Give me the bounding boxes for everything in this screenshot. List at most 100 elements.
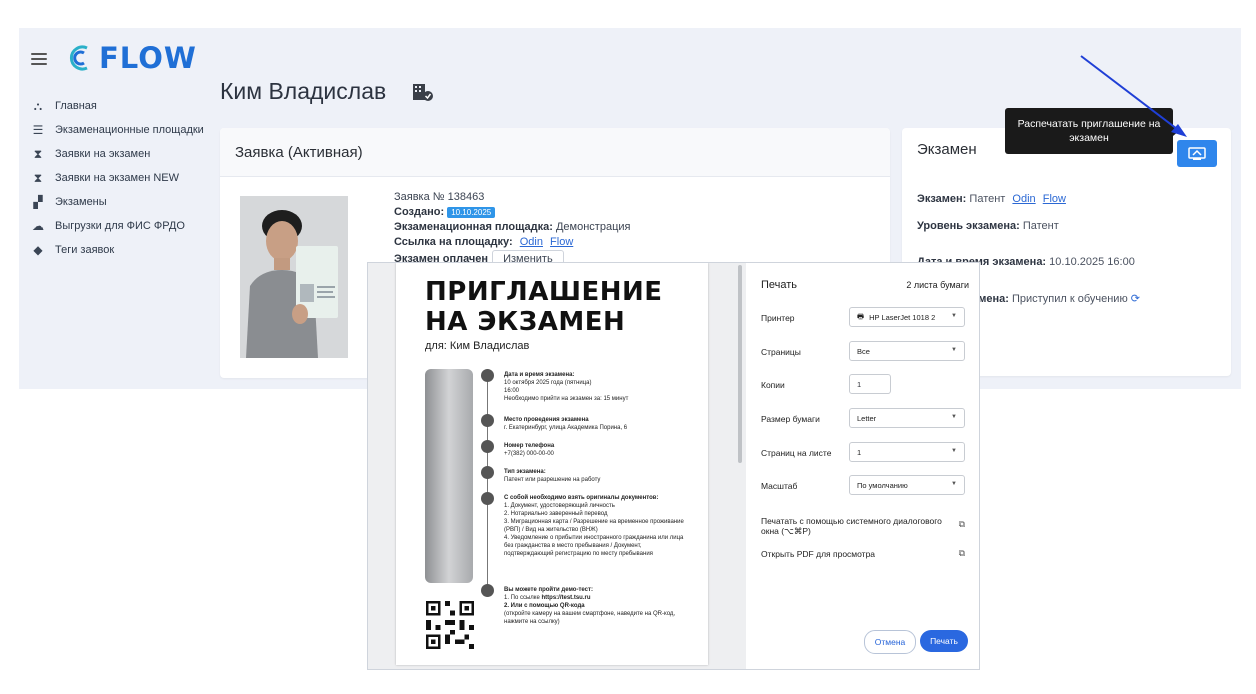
chevron-down-icon: ▼ <box>951 481 957 487</box>
doc-datetime: Дата и время экзамена: 10 октября 2025 г… <box>504 371 684 403</box>
site-row: Экзаменационная площадка: Демонстрация <box>394 220 630 235</box>
calendar-icon <box>481 369 494 382</box>
qr-code <box>426 601 474 649</box>
system-dialog-link[interactable]: Печатать с помощью системного диалоговог… <box>761 516 951 536</box>
site-label: Экзаменационная площадка: <box>394 221 553 233</box>
print-invitation-tooltip: Распечатать приглашение на экзамен <box>1005 108 1179 154</box>
open-pdf-link[interactable]: Открыть PDF для просмотра <box>761 549 875 559</box>
doc-demo-2: 2. Или с помощью QR-кода <box>504 603 585 609</box>
preview-scrollbar[interactable] <box>738 265 742 463</box>
sidebar-item-exports[interactable]: ☁ Выгрузки для ФИС ФРДО <box>30 214 204 238</box>
network-icon: ⛬ <box>33 98 43 113</box>
external-link-icon[interactable]: ⧉ <box>959 519 965 530</box>
pages-value: Все <box>857 346 870 356</box>
page-title: Ким Владислав <box>220 78 434 105</box>
list-icon: ☰ <box>32 123 44 137</box>
exam-row: Экзамен: Патент Odin Flow <box>917 193 1066 205</box>
exam-level-label: Уровень экзамена: <box>917 220 1020 232</box>
building-check-icon <box>413 83 434 101</box>
pages-per-sheet-select[interactable]: 1 ▼ <box>849 442 965 462</box>
doc-title: ПРИГЛАШЕНИЕ НА ЭКЗАМЕН <box>425 277 663 337</box>
doc-datetime-1: 10 октября 2025 года (пятница) <box>504 380 592 386</box>
sheet-count: 2 листа бумаги <box>906 280 969 290</box>
pages-select[interactable]: Все ▼ <box>849 341 965 361</box>
sidebar-item-home[interactable]: ⛬ Главная <box>30 94 204 118</box>
doc-place-value: г. Екатеринбург, улица Академика Порина,… <box>504 425 628 431</box>
created-date-badge: 10.10.2025 <box>447 207 496 218</box>
sidebar-item-applications-new[interactable]: ⧗ Заявки на экзамен NEW <box>30 166 204 190</box>
application-info: Заявка № 138463 Создано: 10.10.2025 Экза… <box>394 190 630 269</box>
copies-label: Копии <box>761 380 785 390</box>
exam-flow-link[interactable]: Flow <box>1043 193 1066 205</box>
doc-phone-value: +7(382) 000-00-00 <box>504 451 554 457</box>
printer-label: Принтер <box>761 313 795 323</box>
paper-size-value: Letter <box>857 413 877 423</box>
logo[interactable]: FLOW <box>67 40 197 76</box>
site-value: Демонстрация <box>555 221 631 233</box>
documents-icon <box>481 492 494 505</box>
doc-required-2: 2. Нотариально заверенный перевод <box>504 511 608 517</box>
doc-title-line2: НА ЭКЗАМЕН <box>425 307 626 337</box>
sidebar-item-label: Главная <box>55 100 97 112</box>
application-number: 138463 <box>447 191 485 203</box>
location-icon <box>481 414 494 427</box>
created-label: Создано: <box>394 206 445 218</box>
link-label: Ссылка на площадку: <box>394 236 513 248</box>
sidebar-item-label: Выгрузки для ФИС ФРДО <box>55 220 185 232</box>
doc-demo-1: 1. По ссылке <box>504 595 540 601</box>
timeline-line <box>487 369 488 595</box>
application-number-label: Заявка № <box>394 191 445 203</box>
menu-icon[interactable] <box>31 50 47 68</box>
external-link-icon[interactable]: ⧉ <box>959 548 965 559</box>
doc-place: Место проведения экзамена г. Екатеринбур… <box>504 416 684 432</box>
doc-type-head: Тип экзамена: <box>504 469 546 475</box>
cancel-button[interactable]: Отмена <box>864 630 916 654</box>
print-preview: ПРИГЛАШЕНИЕ НА ЭКЗАМЕН для: Ким Владисла… <box>368 263 746 669</box>
refresh-icon[interactable]: ⟳ <box>1131 293 1140 305</box>
application-number-row: Заявка № 138463 <box>394 190 630 205</box>
print-dialog: ПРИГЛАШЕНИЕ НА ЭКЗАМЕН для: Ким Владисла… <box>367 262 980 670</box>
doc-demo: Вы можете пройти демо-тест: 1. По ссылке… <box>504 586 684 626</box>
logo-icon <box>69 45 88 71</box>
exam-value: Патент <box>969 193 1006 205</box>
doc-required-3: 3. Миграционная карта / Разрешение на вр… <box>504 519 684 533</box>
exam-status-value: Приступил к обучению <box>1011 293 1128 305</box>
hourglass-icon: ⧗ <box>33 146 43 161</box>
exam-type-icon <box>481 466 494 479</box>
copies-input[interactable]: 1 <box>849 374 891 394</box>
cloud-upload-icon: ☁ <box>32 219 44 233</box>
printer-select[interactable]: 🖶 HP LaserJet 1018 2 ▼ <box>849 307 965 327</box>
doc-required: С собой необходимо взять оригиналы докум… <box>504 494 684 558</box>
exam-odin-link[interactable]: Odin <box>1012 193 1035 205</box>
exam-label: Экзамен: <box>917 193 967 205</box>
doc-datetime-head: Дата и время экзамена: <box>504 372 575 378</box>
sidebar-item-applications[interactable]: ⧗ Заявки на экзамен <box>30 142 204 166</box>
podium-icon: ▞ <box>33 195 43 209</box>
created-row: Создано: 10.10.2025 <box>394 205 630 220</box>
doc-phone: Номер телефона +7(382) 000-00-00 <box>504 442 684 458</box>
chevron-down-icon: ▼ <box>951 313 957 319</box>
sidebar-item-exam-sites[interactable]: ☰ Экзаменационные площадки <box>30 118 204 142</box>
exam-level-value: Патент <box>1022 220 1059 232</box>
doc-type-value: Патент или разрешение на работу <box>504 477 601 483</box>
doc-phone-head: Номер телефона <box>504 443 555 449</box>
sidebar-item-exams[interactable]: ▞ Экзамены <box>30 190 204 214</box>
pages-label: Страницы <box>761 347 801 357</box>
odin-link[interactable]: Odin <box>520 236 543 248</box>
scale-label: Масштаб <box>761 481 798 491</box>
preview-page: ПРИГЛАШЕНИЕ НА ЭКЗАМЕН для: Ким Владисла… <box>396 263 708 665</box>
print-invitation-button[interactable] <box>1177 140 1217 167</box>
flow-link[interactable]: Flow <box>550 236 573 248</box>
sidebar-item-tags[interactable]: ◆ Теги заявок <box>30 238 204 262</box>
logo-text: FLOW <box>99 41 197 75</box>
print-button[interactable]: Печать <box>920 630 968 652</box>
doc-demo-link: https://test.tsu.ru <box>541 595 591 601</box>
paper-size-select[interactable]: Letter ▼ <box>849 408 965 428</box>
tag-icon: ◆ <box>33 243 43 257</box>
doc-place-head: Место проведения экзамена <box>504 417 589 423</box>
scale-value: По умолчанию <box>857 480 908 490</box>
scale-select[interactable]: По умолчанию ▼ <box>849 475 965 495</box>
hourglass-icon: ⧗ <box>33 170 43 185</box>
print-invitation-icon <box>1188 146 1206 160</box>
doc-title-line1: ПРИГЛАШЕНИЕ <box>425 277 663 307</box>
